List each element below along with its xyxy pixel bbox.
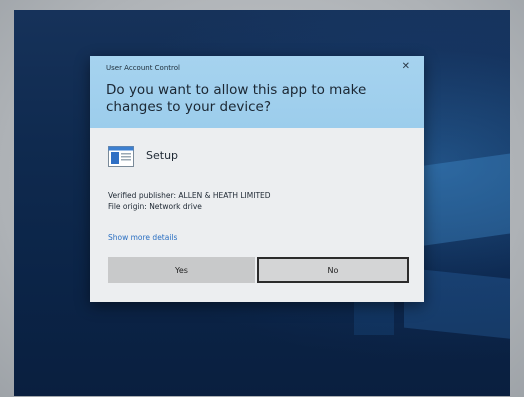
setup-app-icon	[108, 146, 134, 167]
photo-background: User Account Control ✕ Do you want to al…	[0, 0, 524, 397]
file-origin-line: File origin: Network drive	[108, 202, 202, 211]
uac-dialog: User Account Control ✕ Do you want to al…	[90, 56, 424, 302]
publisher-info: Verified publisher: ALLEN & HEATH LIMITE…	[108, 190, 271, 212]
show-more-details-link[interactable]: Show more details	[108, 233, 177, 242]
no-button[interactable]: No	[257, 257, 409, 283]
dialog-header: User Account Control ✕ Do you want to al…	[90, 56, 424, 128]
uac-question: Do you want to allow this app to make ch…	[106, 82, 367, 115]
dialog-title: User Account Control	[106, 64, 180, 72]
close-icon[interactable]: ✕	[402, 61, 410, 72]
yes-button[interactable]: Yes	[108, 257, 255, 283]
app-name: Setup	[146, 149, 179, 162]
publisher-line: Verified publisher: ALLEN & HEATH LIMITE…	[108, 191, 271, 200]
